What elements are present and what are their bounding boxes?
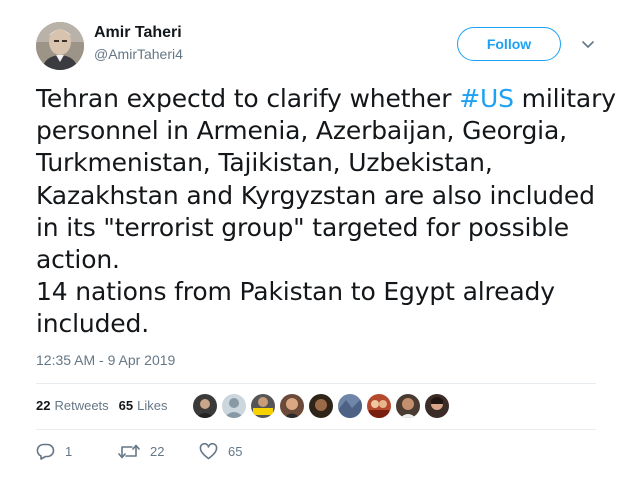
divider — [36, 429, 596, 430]
liker-avatars — [193, 394, 454, 418]
tweet-line: Kazakhstan and Kyrgyzstan are also inclu… — [36, 180, 595, 210]
liker-avatar[interactable] — [193, 394, 217, 418]
liker-avatar[interactable] — [367, 394, 391, 418]
tweet-line: included. — [36, 309, 150, 339]
divider — [36, 383, 596, 384]
likes-stat[interactable]: 65 Likes — [119, 398, 168, 413]
liker-avatar[interactable] — [396, 394, 420, 418]
reply-button[interactable]: 1 — [36, 443, 72, 460]
tweet-card: Amir Taheri @AmirTaheri4 Follow Tehran e… — [0, 0, 632, 481]
tweet-timestamp[interactable]: 12:35 AM - 9 Apr 2019 — [36, 352, 175, 368]
tweet-line: personnel in Armenia, Azerbaijan, Georgi… — [36, 116, 567, 146]
retweets-stat[interactable]: 22 Retweets — [36, 398, 109, 413]
liker-avatar[interactable] — [309, 394, 333, 418]
liker-avatar[interactable] — [280, 394, 304, 418]
chevron-down-icon[interactable] — [580, 38, 596, 52]
retweet-button[interactable]: 22 — [118, 443, 164, 460]
author-handle[interactable]: @AmirTaheri4 — [94, 46, 183, 62]
heart-icon — [199, 443, 218, 460]
tweet-text: Tehran expectd to clarify whether #US mi… — [36, 83, 616, 341]
follow-button[interactable]: Follow — [457, 27, 561, 61]
tweet-line: Turkmenistan, Tajikistan, Uzbekistan, — [36, 148, 493, 178]
author-name[interactable]: Amir Taheri — [94, 24, 182, 42]
tweet-line: Tehran expectd to clarify whether #US mi… — [36, 84, 616, 113]
reply-icon — [36, 443, 55, 460]
like-button[interactable]: 65 — [199, 443, 242, 460]
tweet-line: in its "terrorist group" targeted for po… — [36, 212, 570, 242]
tweet-line: action. — [36, 245, 120, 275]
retweet-icon — [118, 444, 140, 459]
liker-avatar[interactable] — [251, 394, 275, 418]
tweet-line: 14 nations from Pakistan to Egypt alread… — [36, 277, 555, 307]
liker-avatar[interactable] — [425, 394, 449, 418]
liker-avatar[interactable] — [338, 394, 362, 418]
liker-avatar[interactable] — [222, 394, 246, 418]
tweet-stats: 22 Retweets 65 Likes — [36, 398, 168, 413]
hashtag-link[interactable]: #US — [459, 84, 514, 113]
author-avatar[interactable] — [36, 22, 84, 70]
